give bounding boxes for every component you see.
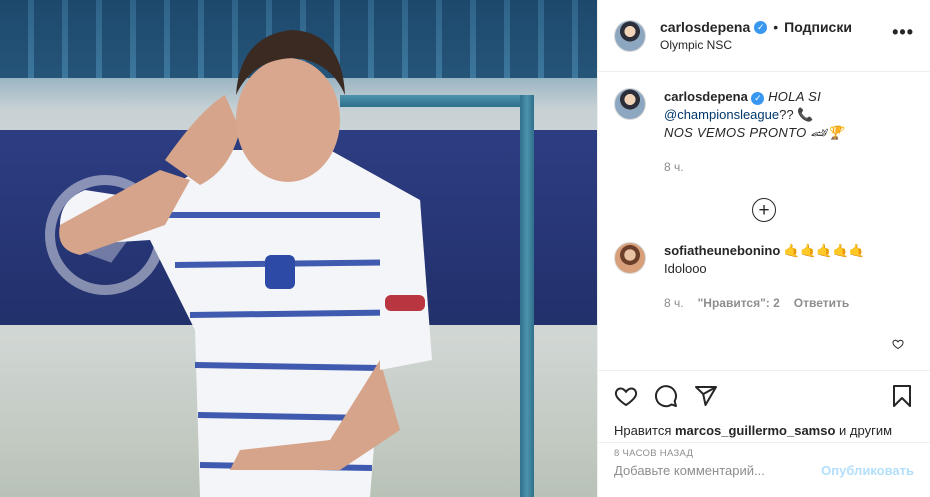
likes-summary: Нравится marcos_guillermo_samso и другим <box>614 423 914 438</box>
share-icon[interactable] <box>694 384 718 408</box>
reply-button[interactable]: Ответить <box>794 296 849 310</box>
heart-icon[interactable] <box>614 384 638 408</box>
commenter-avatar[interactable] <box>614 242 646 274</box>
comment-icon[interactable] <box>654 384 678 408</box>
add-circle-icon[interactable]: + <box>752 198 776 222</box>
comment-input[interactable] <box>614 462 822 478</box>
post-header: carlosdepena ✓ • Подписки Olympic NSC ••… <box>598 0 930 72</box>
instagram-post: carlosdepena ✓ • Подписки Olympic NSC ••… <box>0 0 930 497</box>
comments-section: carlosdepena ✓ HOLA SI @championsleague?… <box>598 72 930 370</box>
comment-meta: 8 ч. "Нравится": 2 Ответить <box>664 296 914 310</box>
caption-body: carlosdepena ✓ HOLA SI @championsleague?… <box>664 88 914 174</box>
bookmark-icon[interactable] <box>890 384 914 408</box>
following-button[interactable]: Подписки <box>784 19 852 35</box>
author-line: carlosdepena ✓ • Подписки <box>660 19 852 35</box>
caption: carlosdepena ✓ HOLA SI @championsleague?… <box>614 88 914 174</box>
post-location[interactable]: Olympic NSC <box>660 38 852 52</box>
caption-line-2-suffix: ?? 📞 <box>779 107 814 122</box>
author-info: carlosdepena ✓ • Подписки Olympic NSC <box>660 19 852 52</box>
comment-text: sofiatheunebonino 🤙🤙🤙🤙🤙 Idolooo <box>664 242 914 278</box>
author-avatar[interactable] <box>614 19 646 52</box>
author-username[interactable]: carlosdepena <box>660 19 750 35</box>
post-side-panel: carlosdepena ✓ • Подписки Olympic NSC ••… <box>597 0 930 497</box>
comment-message: Idolooo <box>664 261 707 276</box>
add-comment-bar: Опубликовать <box>598 442 930 497</box>
caption-text: carlosdepena ✓ HOLA SI @championsleague?… <box>664 88 914 142</box>
comment-likes[interactable]: "Нравится": 2 <box>698 296 780 310</box>
verified-icon: ✓ <box>751 92 765 105</box>
caption-line-1: HOLA SI <box>768 89 821 104</box>
more-options-icon[interactable]: ••• <box>892 23 914 41</box>
liked-by-user[interactable]: marcos_guillermo_samso <box>675 423 835 438</box>
caption-line-3: NOS VEMOS PRONTO 🏎🏆 <box>664 125 844 140</box>
post-photo[interactable] <box>0 0 597 497</box>
post-actions: Нравится marcos_guillermo_samso и другим… <box>598 370 930 497</box>
caption-meta: 8 ч. <box>664 160 914 174</box>
comment-item: sofiatheunebonino 🤙🤙🤙🤙🤙 Idolooo 8 ч. "Нр… <box>614 242 914 310</box>
comment-body: sofiatheunebonino 🤙🤙🤙🤙🤙 Idolooo 8 ч. "Нр… <box>664 242 914 310</box>
caption-author-avatar[interactable] <box>614 88 646 120</box>
publish-button[interactable]: Опубликовать <box>821 463 914 478</box>
likes-prefix: Нравится <box>614 423 672 438</box>
comment-like-heart-icon[interactable] <box>892 338 904 350</box>
caption-time[interactable]: 8 ч. <box>664 160 684 174</box>
action-icons <box>614 381 914 411</box>
separator-dot: • <box>773 19 779 35</box>
comment-time[interactable]: 8 ч. <box>664 296 684 310</box>
football-player <box>59 30 432 497</box>
likes-suffix[interactable]: и другим <box>839 423 892 438</box>
verified-icon: ✓ <box>754 20 768 34</box>
caption-mention[interactable]: @championsleague <box>664 107 779 122</box>
commenter-username[interactable]: sofiatheunebonino <box>664 243 780 258</box>
caption-username[interactable]: carlosdepena <box>664 89 748 104</box>
commenter-badge: 🤙🤙🤙🤙🤙 <box>783 243 865 258</box>
